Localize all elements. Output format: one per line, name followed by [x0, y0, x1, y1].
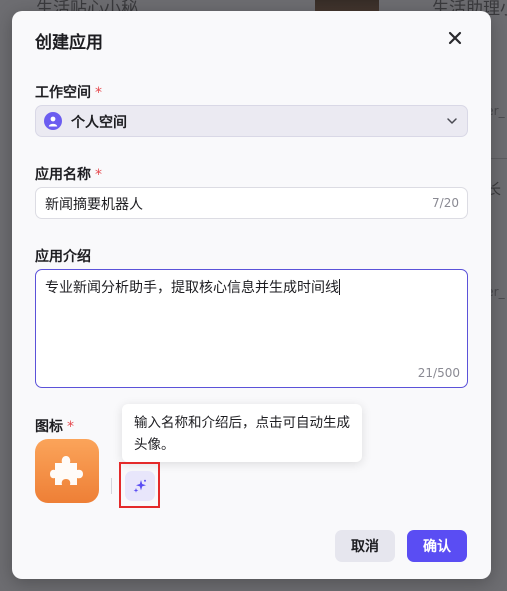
close-button[interactable]	[444, 27, 466, 49]
workspace-select-value: 个人空间	[71, 115, 127, 131]
chevron-down-icon	[447, 118, 457, 124]
dialog-title: 创建应用	[35, 33, 103, 53]
app-intro-value: 专业新闻分析助手，提取核心信息并生成时间线	[45, 280, 339, 296]
workspace-label-text: 工作空间	[35, 85, 91, 101]
app-name-label: 应用名称 *	[35, 164, 102, 184]
user-icon	[44, 112, 62, 130]
puzzle-icon	[50, 456, 83, 485]
auto-generate-tooltip: 输入名称和介绍后，点击可自动生成头像。	[122, 404, 362, 462]
app-intro-textarea[interactable]: 专业新闻分析助手，提取核心信息并生成时间线 21/500	[35, 269, 468, 388]
app-name-value: 新闻摘要机器人	[45, 197, 143, 213]
sparkle-icon	[133, 479, 146, 493]
close-icon	[448, 31, 462, 45]
app-intro-char-count: 21/500	[417, 366, 460, 380]
icon-label-text: 图标	[35, 419, 63, 435]
workspace-select[interactable]: 个人空间	[35, 105, 468, 137]
confirm-button[interactable]: 确认	[407, 530, 467, 562]
app-icon-preview[interactable]	[35, 439, 99, 503]
icon-divider	[111, 478, 112, 494]
auto-generate-icon-button[interactable]	[125, 471, 155, 501]
cancel-button[interactable]: 取消	[335, 530, 395, 562]
app-intro-label: 应用介绍	[35, 249, 91, 265]
required-mark: *	[95, 85, 102, 101]
app-intro-value-wrap: 专业新闻分析助手，提取核心信息并生成时间线	[45, 277, 340, 297]
workspace-label: 工作空间 *	[35, 82, 102, 102]
app-name-char-count: 7/20	[432, 196, 459, 210]
app-name-input[interactable]: 新闻摘要机器人 7/20	[35, 187, 468, 219]
create-app-dialog: 创建应用 工作空间 * 个人空间 应用名称 * 新闻摘要机器人 7/20 应用介绍 …	[12, 11, 491, 579]
app-name-label-text: 应用名称	[35, 167, 91, 183]
icon-label: 图标 *	[35, 416, 74, 436]
required-mark: *	[95, 167, 102, 183]
bg-divider	[490, 158, 507, 159]
text-caret	[339, 279, 340, 295]
required-mark: *	[67, 419, 74, 435]
